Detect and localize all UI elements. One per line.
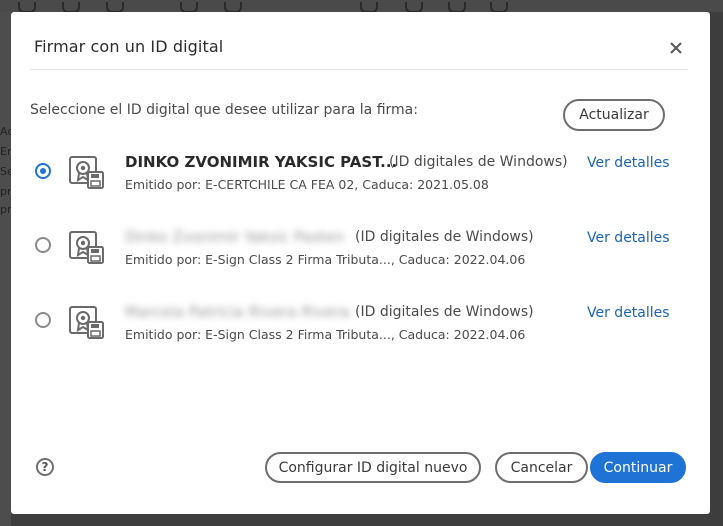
view-details-link[interactable]: Ver detalles bbox=[587, 230, 670, 246]
certificate-icon bbox=[69, 156, 104, 189]
digital-id-type: (ID digitales de Windows) bbox=[389, 154, 568, 170]
digital-id-issuer: Emitido por: E-Sign Class 2 Firma Tribut… bbox=[125, 327, 526, 342]
certificate-icon bbox=[69, 306, 104, 339]
digital-id-row[interactable]: Dinko Zvonimir Yaksic Pasten (ID digital… bbox=[11, 222, 710, 282]
cancel-button[interactable]: Cancelar bbox=[495, 452, 588, 483]
digital-id-issuer: Emitido por: E-CERTCHILE CA FEA 02, Cadu… bbox=[125, 177, 489, 192]
background-text: pr bbox=[0, 185, 12, 198]
configure-new-digital-id-button[interactable]: Configurar ID digital nuevo bbox=[265, 452, 481, 483]
background-sidebar: Ac En Se pr pro bbox=[0, 12, 18, 526]
digital-id-issuer: Emitido por: E-Sign Class 2 Firma Tribut… bbox=[125, 252, 526, 267]
digital-id-row[interactable]: Marcela Patricia Rivera Rivera (ID digit… bbox=[11, 297, 710, 357]
view-details-link[interactable]: Ver detalles bbox=[587, 155, 670, 171]
dialog-title: Firmar con un ID digital bbox=[34, 37, 224, 56]
view-details-link[interactable]: Ver detalles bbox=[587, 305, 670, 321]
certificate-icon bbox=[69, 231, 104, 264]
title-divider bbox=[30, 69, 688, 70]
digital-id-type: (ID digitales de Windows) bbox=[355, 304, 534, 320]
continue-button[interactable]: Continuar bbox=[590, 452, 686, 483]
digital-id-name-obscured: Marcela Patricia Rivera Rivera bbox=[125, 303, 350, 321]
digital-id-name-obscured: Dinko Zvonimir Yaksic Pasten bbox=[125, 228, 345, 246]
sign-with-digital-id-dialog: Firmar con un ID digital Seleccione el I… bbox=[11, 12, 710, 514]
selection-prompt: Seleccione el ID digital que desee utili… bbox=[30, 102, 418, 118]
digital-id-name: DINKO ZVONIMIR YAKSIC PAST... bbox=[125, 153, 398, 171]
digital-id-radio-selected[interactable] bbox=[35, 163, 51, 179]
digital-id-radio[interactable] bbox=[35, 312, 51, 328]
background-toolbar bbox=[0, 0, 723, 13]
digital-id-radio[interactable] bbox=[35, 237, 51, 253]
digital-id-row[interactable]: DINKO ZVONIMIR YAKSIC PAST... (ID digita… bbox=[11, 147, 710, 207]
digital-id-type: (ID digitales de Windows) bbox=[355, 229, 534, 245]
close-icon[interactable] bbox=[667, 39, 685, 57]
help-icon[interactable]: ? bbox=[36, 458, 54, 476]
refresh-button[interactable]: Actualizar bbox=[563, 99, 665, 131]
